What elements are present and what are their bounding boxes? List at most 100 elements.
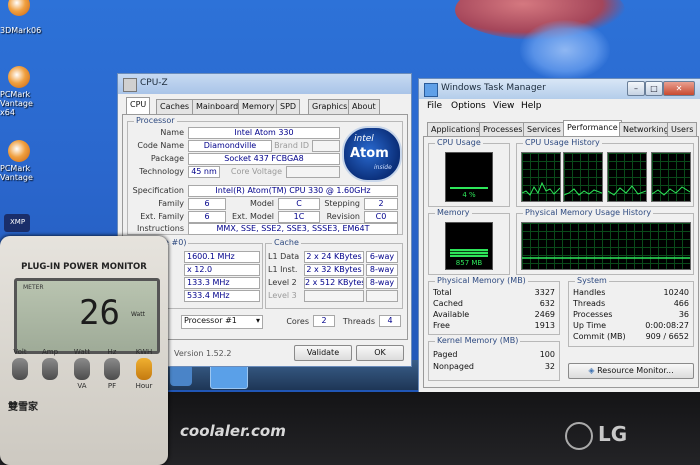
maximize-button[interactable]: □ (645, 81, 663, 96)
memory-value: 857 MB (455, 259, 483, 267)
brandid-label: Brand ID (274, 141, 309, 150)
cpu-history-line-1 (521, 181, 561, 196)
sys-commit-label: Commit (MB) (573, 332, 626, 341)
tab-applications[interactable]: Applications (427, 122, 484, 137)
desktop-icon-pcmark-vantage-x64[interactable]: PCMark Vantage x64 (0, 66, 46, 117)
menu-options[interactable]: Options (451, 101, 486, 111)
memory-label: Memory (435, 208, 472, 217)
taskbar-explorer-icon[interactable] (170, 364, 192, 386)
cpu-usage-value: 4 % (462, 191, 476, 199)
processor-select-value: Processor #1 (184, 316, 237, 325)
cpu-history-label: CPU Usage History (523, 138, 602, 147)
tab-caches[interactable]: Caches (156, 99, 194, 114)
sys-handles-label: Handles (573, 288, 606, 297)
close-button[interactable]: ✕ (663, 81, 695, 96)
lg-logo-icon (565, 422, 593, 450)
level2-assoc: 8-way (366, 277, 398, 289)
sys-uptime-label: Up Time (573, 321, 607, 330)
meter-kwh-button[interactable] (136, 358, 152, 380)
validate-button[interactable]: Validate (294, 345, 352, 361)
revision-label: Revision (326, 212, 360, 221)
tab-processes[interactable]: Processes (479, 122, 527, 137)
tab-users[interactable]: Users (667, 122, 698, 137)
processor-select[interactable]: Processor #1 ▾ (181, 315, 263, 329)
resource-monitor-label: Resource Monitor... (597, 366, 674, 375)
cpu-history-graph-4 (651, 152, 691, 202)
cpu-usage-meter: 4 % (445, 152, 493, 202)
taskmgr-menubar: File Options View Help (419, 99, 700, 113)
extmodel-label: Ext. Model (231, 212, 274, 221)
sys-threads-value: 466 (673, 299, 689, 308)
cpu-usage-label: CPU Usage (435, 138, 483, 147)
tab-memory[interactable]: Memory (238, 99, 279, 114)
spec-label: Specification (132, 186, 184, 195)
cores-value: 2 (313, 315, 335, 327)
taskmgr-titlebar[interactable]: Windows Task Manager – □ ✕ (419, 79, 700, 99)
family-value: 6 (188, 198, 226, 210)
tab-about[interactable]: About (348, 99, 380, 114)
memory-history-label: Physical Memory Usage History (523, 208, 654, 217)
instructions-value: MMX, SSE, SSE2, SSE3, SSSE3, EM64T (188, 223, 398, 235)
pcmark-icon (8, 66, 30, 88)
meter-title: PLUG-IN POWER MONITOR (21, 262, 147, 272)
pm-free-value: 1913 (534, 321, 555, 330)
cpu-history-group: CPU Usage History (516, 138, 694, 207)
tab-spd[interactable]: SPD (276, 99, 301, 114)
sys-uptime-value: 0:00:08:27 (645, 321, 689, 330)
processor-group: Processor Name Intel Atom 330 Code Name … (127, 116, 403, 235)
meter-watt-button[interactable] (74, 358, 90, 380)
tab-cpu[interactable]: CPU (126, 97, 151, 114)
codename-value: Diamondville (188, 140, 272, 152)
level3-assoc (366, 290, 398, 302)
name-label: Name (160, 128, 184, 137)
tab-graphics[interactable]: Graphics (308, 99, 352, 114)
cpuz-titlebar[interactable]: CPU-Z (118, 74, 411, 94)
menu-view[interactable]: View (493, 101, 514, 111)
km-nonpaged-label: Nonpaged (433, 362, 475, 371)
minimize-button[interactable]: – (627, 81, 645, 96)
brandid-value (312, 140, 340, 152)
coolaler-watermark: coolaler.com (180, 422, 286, 440)
cpuz-version: Version 1.52.2 (174, 349, 232, 358)
threads-value: 4 (379, 315, 401, 327)
instructions-label: Instructions (137, 224, 184, 233)
meter-hz-button[interactable] (104, 358, 120, 380)
menu-help[interactable]: Help (521, 101, 542, 111)
pm-total-value: 3327 (534, 288, 555, 297)
meter-unit: Watt (131, 311, 145, 318)
pm-cached-label: Cached (433, 299, 463, 308)
menu-file[interactable]: File (427, 101, 442, 111)
memory-group: Memory 857 MB (428, 208, 510, 275)
meter-volt-button[interactable] (12, 358, 28, 380)
cores-label: Cores (286, 317, 309, 326)
memory-history-group: Physical Memory Usage History (516, 208, 694, 275)
desktop-icon-label: XMP (10, 218, 26, 226)
pcmark-icon (8, 140, 30, 162)
meter-va-label: VA (77, 382, 87, 390)
pm-total-label: Total (433, 288, 452, 297)
kernel-memory-group: Kernel Memory (MB) Paged 100 Nonpaged 32 (428, 336, 560, 381)
sys-commit-value: 909 / 6652 (645, 332, 689, 341)
ok-button[interactable]: OK (356, 345, 404, 361)
resource-monitor-button[interactable]: ◈ Resource Monitor... (568, 363, 694, 379)
meter-amp-button[interactable] (42, 358, 58, 380)
desktop-icon-pcmark-vantage[interactable]: PCMark Vantage (0, 140, 46, 182)
tab-mainboard[interactable]: Mainboard (192, 99, 243, 114)
model-value: C (278, 198, 320, 210)
taskmgr-window: Windows Task Manager – □ ✕ File Options … (418, 78, 700, 394)
sys-processes-value: 36 (678, 310, 689, 319)
taskmgr-title: Windows Task Manager (441, 83, 546, 93)
l1-data-label: L1 Data (268, 252, 300, 261)
memory-history-graph (521, 222, 691, 270)
tab-performance[interactable]: Performance (563, 120, 622, 137)
cpu-usage-bar (450, 187, 488, 189)
tab-services[interactable]: Services (523, 122, 565, 137)
desktop-icon-label: PCMark Vantage x64 (0, 90, 33, 117)
meter-kwh-label: KWH (135, 348, 153, 356)
desktop-icon-3dmark06[interactable]: 3DMark06 (0, 0, 46, 40)
cache-group-label: Cache (272, 238, 301, 247)
corevoltage-value (286, 166, 340, 178)
rated-fsb-value: 533.4 MHz (184, 290, 260, 302)
pm-available-value: 2469 (534, 310, 555, 319)
tab-networking[interactable]: Networking (619, 122, 673, 137)
